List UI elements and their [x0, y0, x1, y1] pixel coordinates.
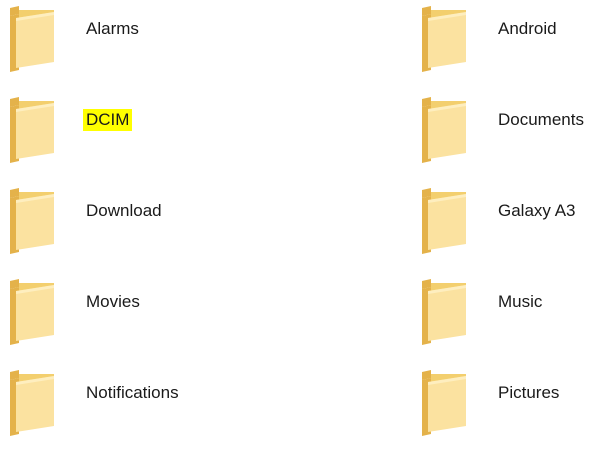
folder-item-music[interactable]: Music — [422, 279, 596, 359]
folder-item-documents[interactable]: Documents — [422, 97, 596, 177]
folder-item-pictures[interactable]: Pictures — [422, 370, 596, 450]
folder-item-download[interactable]: Download — [10, 188, 290, 268]
folder-item-galaxy-a3[interactable]: Galaxy A3 — [422, 188, 596, 268]
folder-item-android[interactable]: Android — [422, 6, 596, 86]
folder-label: Documents — [498, 110, 584, 129]
folder-icon — [10, 97, 74, 169]
folder-item-dcim[interactable]: DCIM — [10, 97, 290, 177]
folder-label: Download — [86, 201, 162, 220]
folder-item-notifications[interactable]: Notifications — [10, 370, 290, 450]
folder-item-alarms[interactable]: Alarms — [10, 6, 290, 86]
folder-item-movies[interactable]: Movies — [10, 279, 290, 359]
folder-label: Alarms — [86, 19, 139, 38]
folder-icon — [422, 188, 486, 260]
folder-label: Galaxy A3 — [498, 201, 576, 220]
folder-icon — [10, 6, 74, 78]
folder-label: Android — [498, 19, 557, 38]
folder-icon — [422, 370, 486, 442]
folder-icon — [10, 279, 74, 351]
folder-label: Music — [498, 292, 543, 311]
folder-icon — [10, 370, 74, 442]
folder-grid: Alarms Android DCIM Documents Download G… — [0, 0, 596, 436]
folder-label: Movies — [86, 292, 140, 311]
folder-label: Pictures — [498, 383, 560, 402]
folder-icon — [422, 6, 486, 78]
folder-icon — [10, 188, 74, 260]
folder-icon — [422, 97, 486, 169]
folder-icon — [422, 279, 486, 351]
folder-label: DCIM — [83, 109, 133, 131]
folder-label: Notifications — [86, 383, 179, 402]
